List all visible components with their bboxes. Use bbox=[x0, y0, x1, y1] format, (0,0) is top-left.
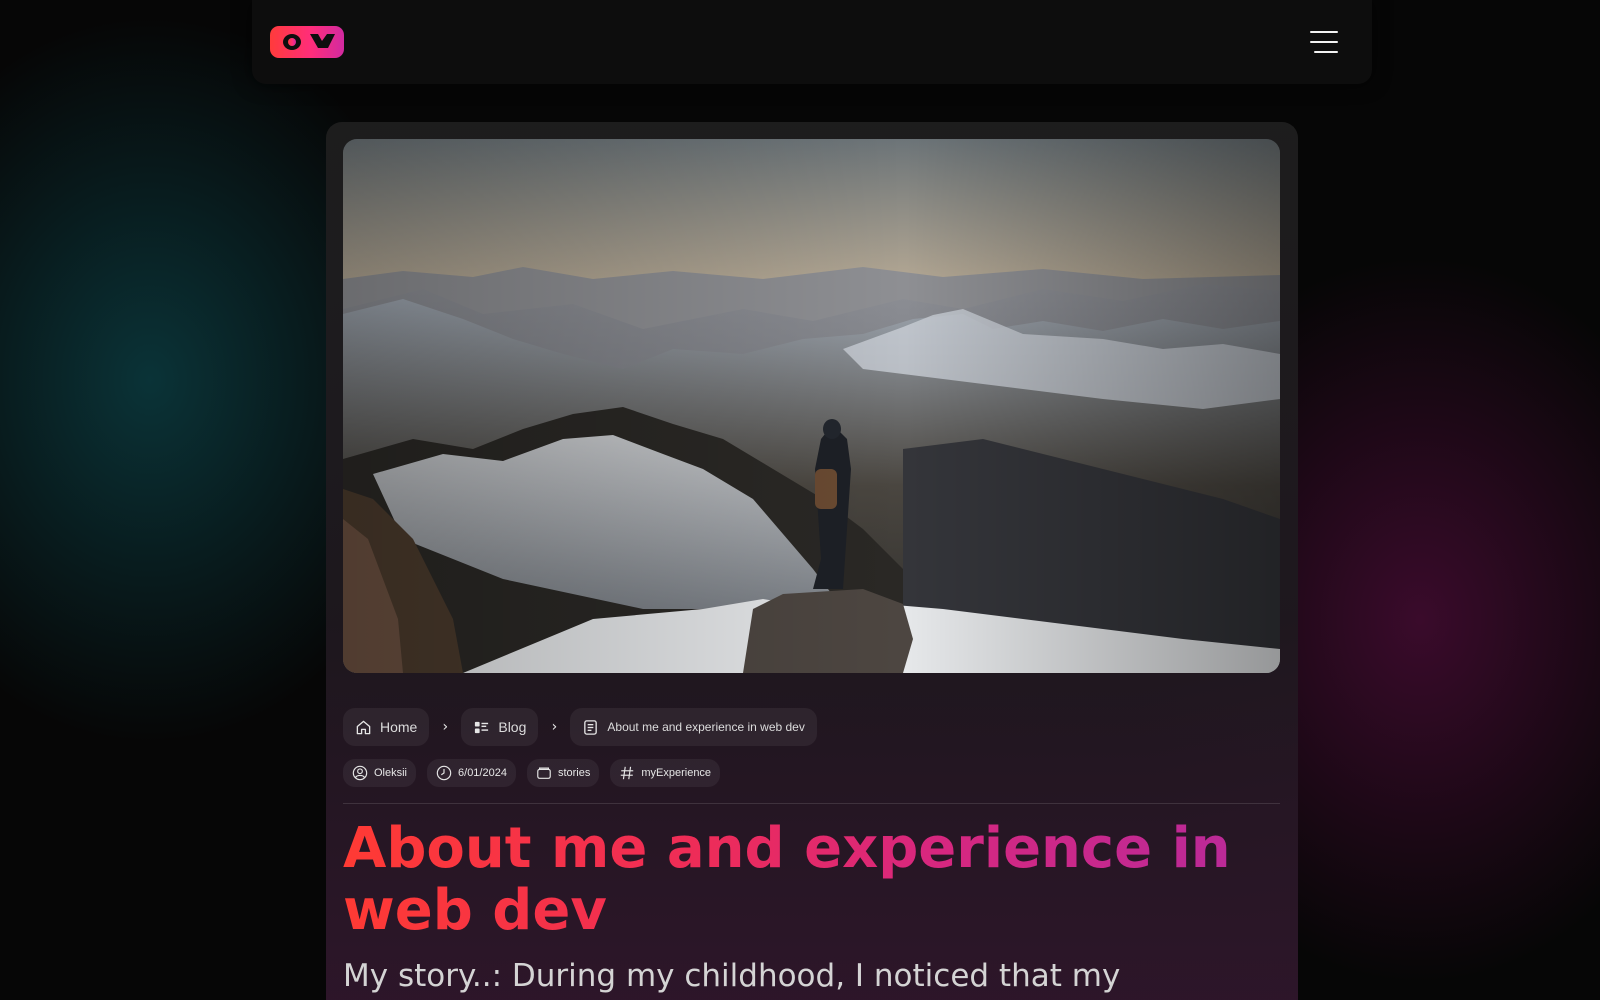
breadcrumb-home[interactable]: Home bbox=[343, 708, 430, 746]
document-icon bbox=[584, 719, 598, 735]
chevron-right-icon: › bbox=[551, 719, 558, 735]
article-card: Home › Blog › About me and experience in… bbox=[326, 122, 1298, 1000]
blog-list-icon bbox=[475, 721, 489, 733]
site-header bbox=[252, 0, 1372, 84]
article-lead: My story..: During my childhood, I notic… bbox=[343, 958, 1121, 994]
article-meta: Oleksii 6/01/2024 stories myExperience bbox=[343, 759, 1281, 787]
breadcrumb-home-label: Home bbox=[380, 719, 418, 735]
article-title: About me and experience in web dev bbox=[343, 818, 1280, 942]
breadcrumb-current[interactable]: About me and experience in web dev bbox=[570, 708, 817, 746]
breadcrumb-current-label: About me and experience in web dev bbox=[607, 720, 805, 734]
home-icon bbox=[356, 720, 371, 734]
category-badge[interactable]: stories bbox=[526, 759, 600, 787]
breadcrumb-blog[interactable]: Blog bbox=[461, 708, 539, 746]
hero-image bbox=[343, 139, 1280, 673]
publish-date: 6/01/2024 bbox=[458, 767, 507, 779]
breadcrumb-blog-label: Blog bbox=[498, 719, 527, 735]
category-label: stories bbox=[557, 767, 591, 779]
hashtag-icon bbox=[621, 766, 634, 780]
folder-icon bbox=[537, 767, 551, 779]
date-badge: 6/01/2024 bbox=[427, 759, 516, 787]
user-icon bbox=[352, 765, 368, 781]
author-name: Oleksii bbox=[374, 767, 408, 779]
clock-icon bbox=[436, 765, 452, 781]
divider bbox=[343, 803, 1280, 804]
tag-label: myExperience bbox=[641, 767, 712, 779]
chevron-right-icon: › bbox=[442, 719, 449, 735]
author-badge[interactable]: Oleksii bbox=[343, 759, 417, 787]
breadcrumb: Home › Blog › About me and experience in… bbox=[343, 708, 1281, 746]
logo[interactable] bbox=[270, 24, 344, 60]
hamburger-menu-icon[interactable] bbox=[1310, 31, 1342, 53]
tag-badge[interactable]: myExperience bbox=[610, 759, 721, 787]
